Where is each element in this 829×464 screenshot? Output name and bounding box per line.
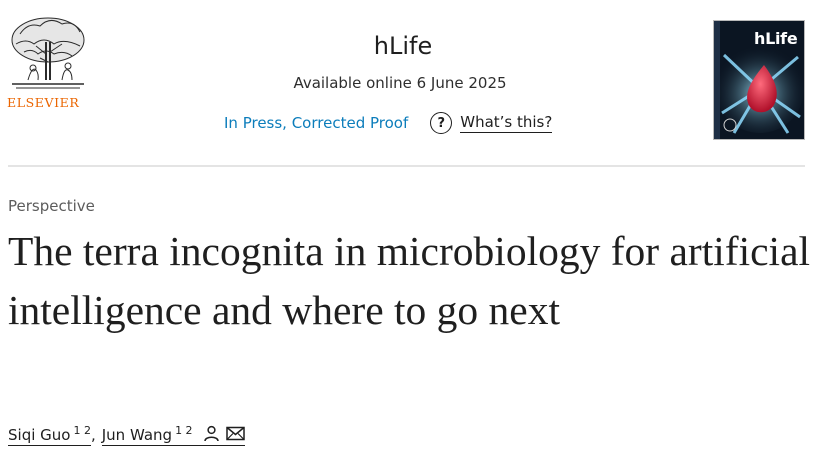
article-title: The terra incognita in microbiology for … bbox=[8, 228, 811, 333]
article-type-label: Perspective bbox=[8, 197, 95, 215]
author-affiliation-sup: 1 2 bbox=[175, 424, 193, 437]
header-divider bbox=[8, 165, 805, 167]
journal-header: hLife Available online 6 June 2025 bbox=[200, 32, 600, 92]
person-icon bbox=[204, 425, 220, 442]
article-status-row: In Press, Corrected Proof ? What’s this? bbox=[224, 111, 553, 135]
tree-of-knowledge-icon bbox=[11, 17, 85, 89]
journal-title-link[interactable]: hLife bbox=[206, 32, 600, 60]
author-list: Siqi Guo 1 2 , Jun Wang 1 2 bbox=[8, 423, 246, 446]
in-press-status-link[interactable]: In Press, Corrected Proof bbox=[224, 114, 408, 132]
author-separator: , bbox=[90, 426, 96, 444]
journal-cover-image[interactable]: hLife bbox=[713, 20, 805, 140]
whats-this-link[interactable]: What’s this? bbox=[460, 113, 553, 133]
author-link[interactable]: Jun Wang 1 2 bbox=[101, 423, 246, 446]
question-circle-icon[interactable]: ? bbox=[430, 112, 453, 134]
publisher-wordmark: ELSEVIER bbox=[7, 95, 80, 110]
author-name: Siqi Guo bbox=[8, 426, 71, 444]
envelope-icon bbox=[226, 426, 246, 441]
cover-journal-title: hLife bbox=[754, 29, 798, 48]
author-link[interactable]: Siqi Guo 1 2 bbox=[8, 424, 91, 446]
author-affiliation-sup: 1 2 bbox=[73, 424, 91, 437]
availability-date: Available online 6 June 2025 bbox=[293, 74, 507, 92]
author-name: Jun Wang bbox=[101, 426, 173, 444]
